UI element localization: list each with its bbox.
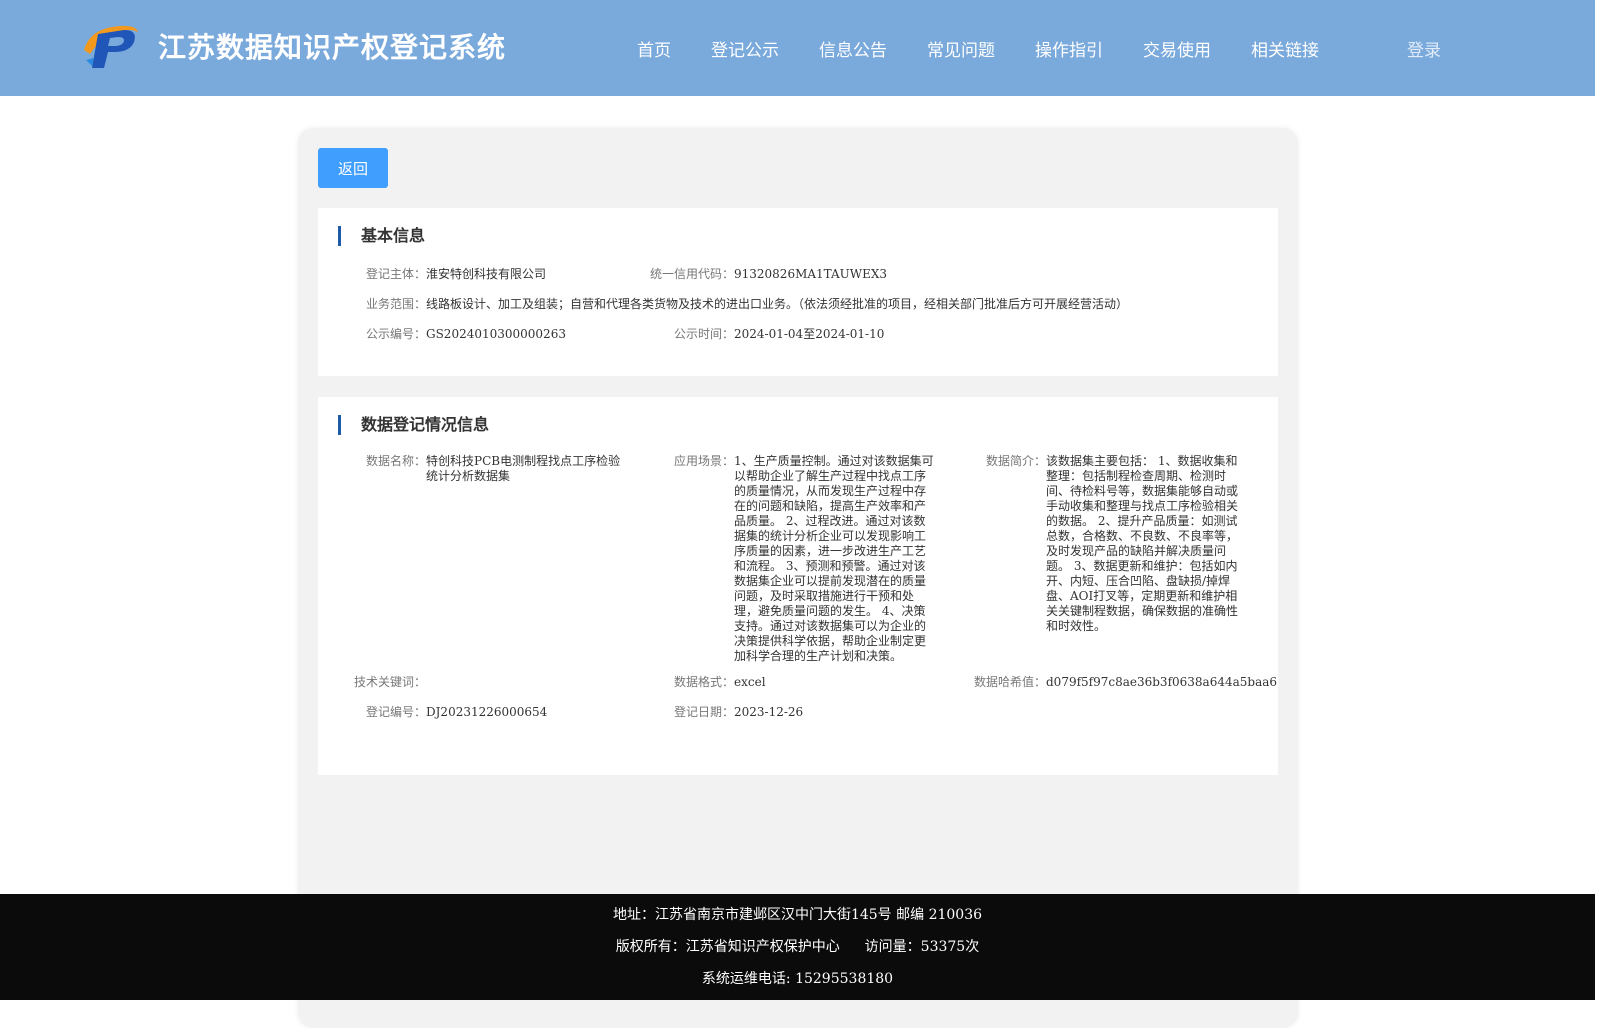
- data-hash-value: d079f5f97c8ae36b3f0638a644a5baa6: [1046, 675, 1278, 689]
- notice-time-value: 2024-01-04至2024-01-10: [734, 327, 885, 341]
- business-scope-value: 线路板设计、加工及组装；自营和代理各类货物及技术的进出口业务。（依法须经批准的项…: [426, 297, 1129, 311]
- nav-related-links[interactable]: 相关链接: [1251, 36, 1319, 61]
- nav-info-announcement[interactable]: 信息公告: [819, 36, 887, 61]
- credit-code-value: 91320826MA1TAUWEX3: [734, 267, 888, 281]
- info-row: 技术关键词： 数据格式： excel 数据哈希值： d079f5f97c8ae3…: [318, 675, 1278, 691]
- data-format-value: excel: [734, 675, 766, 689]
- application-scenario-value: 1、生产质量控制。通过对该数据集可以帮助企业了解生产过程中找点工序的质量情况，从…: [734, 454, 934, 663]
- field-label: 应用场景：: [673, 454, 734, 468]
- field-label: 业务范围：: [365, 297, 426, 311]
- field-label: 登记日期：: [673, 705, 734, 719]
- field-label: 统一信用代码：: [649, 267, 734, 281]
- field-label: 登记编号：: [365, 705, 426, 719]
- field-label: 数据格式：: [673, 675, 734, 689]
- nav-registration-notice[interactable]: 登记公示: [711, 36, 779, 61]
- top-header: 江苏数据知识产权登记系统 首页 登记公示 信息公告 常见问题 操作指引 交易使用…: [0, 0, 1595, 96]
- p-logo-icon[interactable]: [80, 20, 140, 70]
- field-label: 技术关键词：: [353, 675, 426, 689]
- basic-info-card: 基本信息 登记主体： 淮安特创科技有限公司 统一信用代码： 91320826MA…: [318, 208, 1278, 376]
- footer-phone: 系统运维电话: 15295538180: [701, 971, 894, 987]
- login-link[interactable]: 登录: [1407, 36, 1441, 61]
- field-label: 数据名称：: [365, 454, 426, 468]
- field-label: 公示时间：: [673, 327, 734, 341]
- notice-number-value: GS2024010300000263: [426, 327, 566, 341]
- field-label: 数据简介：: [985, 454, 1046, 468]
- site-footer: 地址：江苏省南京市建邺区汉中门大街145号 邮编 210036 版权所有：江苏省…: [0, 894, 1595, 1000]
- nav-home[interactable]: 首页: [637, 36, 671, 61]
- info-row: 公示编号： GS2024010300000263 公示时间： 2024-01-0…: [318, 327, 1278, 343]
- data-name-value: 特创科技PCB电测制程找点工序检验统计分析数据集: [426, 454, 621, 483]
- nav-trade-use[interactable]: 交易使用: [1143, 36, 1211, 61]
- detail-panel: 返回 基本信息 登记主体： 淮安特创科技有限公司 统一信用代码： 9132082…: [298, 128, 1298, 1028]
- section-title-data-registration: 数据登记情况信息: [338, 415, 489, 435]
- field-label: 登记主体：: [365, 267, 426, 281]
- section-title-basic-info: 基本信息: [338, 226, 425, 246]
- field-label: 公示编号：: [365, 327, 426, 341]
- registration-date-value: 2023-12-26: [734, 705, 804, 719]
- nav-operation-guide[interactable]: 操作指引: [1035, 36, 1103, 61]
- data-intro-value: 该数据集主要包括： 1、数据收集和整理：包括制程检查周期、检测时间、待检料号等，…: [1046, 454, 1239, 633]
- info-row: 数据名称： 特创科技PCB电测制程找点工序检验统计分析数据集 应用场景： 1、生…: [318, 454, 1278, 669]
- back-button[interactable]: 返回: [318, 148, 388, 188]
- field-label: 数据哈希值：: [973, 675, 1046, 689]
- info-row: 登记编号： DJ20231226000654 登记日期： 2023-12-26: [318, 705, 1278, 721]
- footer-copyright: 版权所有：江苏省知识产权保护中心: [615, 939, 840, 955]
- info-row: 业务范围： 线路板设计、加工及组装；自营和代理各类货物及技术的进出口业务。（依法…: [318, 297, 1278, 313]
- footer-copyright-line: 版权所有：江苏省知识产权保护中心 访问量：53375次: [0, 936, 1595, 956]
- data-registration-card: 数据登记情况信息 数据名称： 特创科技PCB电测制程找点工序检验统计分析数据集 …: [318, 397, 1278, 775]
- site-title[interactable]: 江苏数据知识产权登记系统: [158, 26, 506, 66]
- nav-faq[interactable]: 常见问题: [927, 36, 995, 61]
- footer-visit-count: 访问量：53375次: [864, 939, 980, 955]
- info-row: 登记主体： 淮安特创科技有限公司 统一信用代码： 91320826MA1TAUW…: [318, 267, 1278, 283]
- registrant-value: 淮安特创科技有限公司: [426, 267, 547, 281]
- registration-number-value: DJ20231226000654: [426, 705, 548, 719]
- footer-address: 地址：江苏省南京市建邺区汉中门大街145号 邮编 210036: [612, 907, 983, 923]
